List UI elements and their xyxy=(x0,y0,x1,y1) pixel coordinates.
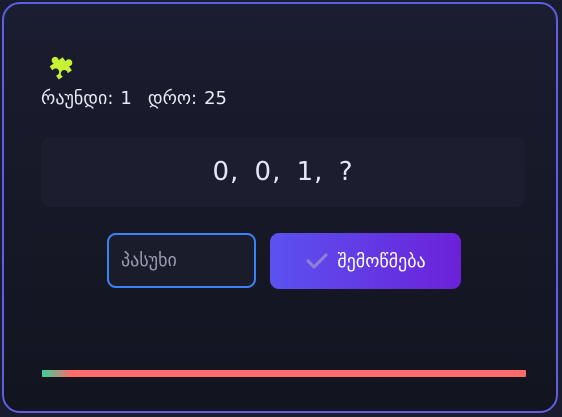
time-stat: დრო: 25 xyxy=(148,88,227,110)
time-value: 25 xyxy=(204,88,228,109)
checkmark-icon xyxy=(305,251,329,271)
sequence-display: 0, 0, 1, ? xyxy=(41,137,525,207)
round-value: 1 xyxy=(120,88,132,109)
check-button[interactable]: შემოწმება xyxy=(270,233,461,289)
timer-bar-fill xyxy=(42,370,72,377)
puzzle-piece-icon xyxy=(44,50,78,84)
sequence-text: 0, 0, 1, ? xyxy=(212,157,354,187)
answer-input[interactable] xyxy=(107,233,256,288)
time-label: დრო: xyxy=(147,88,198,109)
round-label: რაუნდი: xyxy=(41,88,114,109)
round-stat: რაუნდი: 1 xyxy=(41,88,132,110)
timer-bar xyxy=(42,370,526,377)
game-stats: რაუნდი: 1 დრო: 25 xyxy=(41,88,227,110)
check-button-label: შემოწმება xyxy=(337,250,426,272)
game-card: რაუნდი: 1 დრო: 25 0, 0, 1, ? შემოწმება xyxy=(2,2,558,413)
